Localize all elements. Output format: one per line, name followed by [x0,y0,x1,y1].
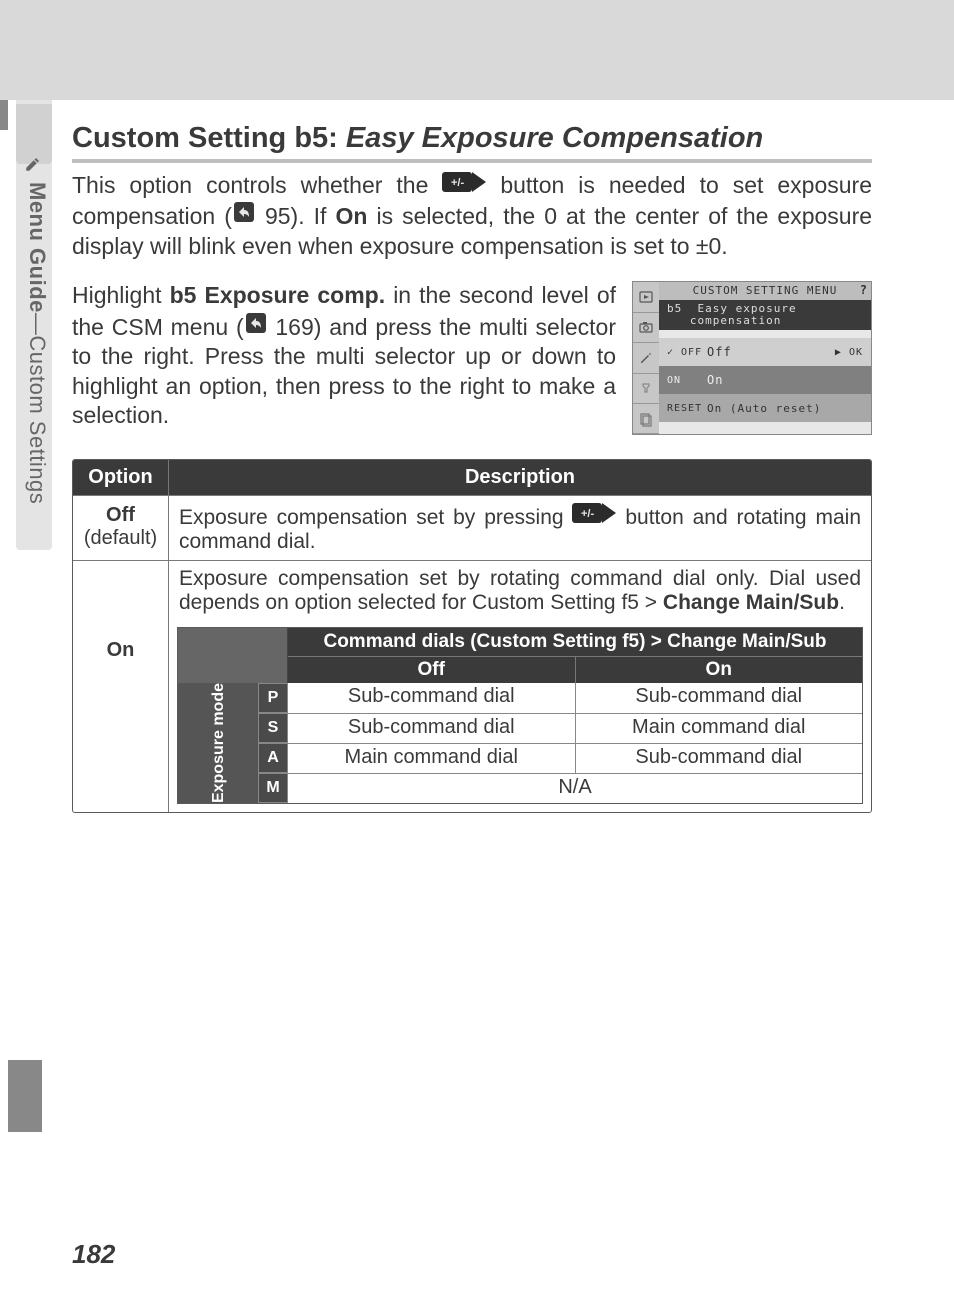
optbl-off-label: Off (default) [73,496,169,560]
p2-bold: b5 Exposure comp. [170,282,386,308]
xref-icon [244,311,268,335]
cm-o1-tag: ✓ OFF [667,347,707,358]
mode-M: M [258,773,288,803]
dialtbl-row-P: Sub-command dial Sub-command dial [288,683,862,712]
optbl-off-desc: Exposure compensation set by pressing +/… [169,496,871,560]
side-tab-label-bold: Menu Guide [25,182,50,313]
mode-S: S [258,713,288,743]
mode-P: P [258,683,288,713]
xref-icon [232,200,256,224]
camera-menu-option-reset: RESET On (Auto reset) [659,394,871,422]
cm-o2-lbl: On [707,373,723,387]
cm-o1-lbl: Off [707,345,732,359]
p2-a: Highlight [72,282,162,308]
cm-o3-tag: RESET [667,403,707,414]
camera-menu-title: CUSTOM SETTING MENU [659,282,871,300]
dialtbl-row-label: Exposure mode [178,683,258,803]
page-number: 182 [72,1239,115,1270]
off-desc-a: Exposure compensation set by pressing [179,506,564,529]
intro-on: On [335,203,367,229]
dialtbl-row-S: Sub-command dial Main command dial [288,713,862,743]
tab-setup-icon [633,374,659,404]
cell-S-off: Sub-command dial [288,714,575,743]
on-desc-bold: Change Main/Sub [663,591,839,614]
side-tab-label-sep: — [25,313,50,336]
cm-h-num: b5 [667,302,682,315]
dialtbl-title: Command dials (Custom Setting f5) > Chan… [288,628,862,656]
dialtbl-row-M: N/A [288,773,862,803]
on-desc-end: . [839,591,845,614]
dial-table: Command dials (Custom Setting f5) > Chan… [177,627,863,804]
dialtbl-blank [178,628,288,656]
top-gray-band [0,0,954,100]
dialtbl-col-off: Off [288,656,575,683]
tab-recent-icon [633,404,659,434]
left-thumb-marker [8,1060,42,1132]
camera-menu-option-on: ON On [659,366,871,394]
side-tab-label-rest: Custom Settings [25,335,50,504]
heading-title: Easy Exposure Compensation [346,122,763,155]
camera-menu-tabs [633,282,659,434]
intro-paragraph: This option controls whether the +/- but… [72,171,872,261]
cell-A-off: Main command dial [288,744,575,773]
help-icon: ? [860,283,867,297]
svg-text:+/-: +/- [581,508,594,520]
optbl-hdr-desc: Description [169,460,871,495]
optbl-on-label: On [73,561,169,812]
optbl-off: Off [77,504,164,527]
optbl-on: On [77,639,164,662]
cm-o2-tag: ON [667,375,707,386]
left-edge-marker [0,100,8,130]
tab-shooting-icon [633,313,659,343]
tab-custom-icon [633,343,659,373]
instruction-paragraph: Highlight b5 Exposure comp. in the secon… [72,281,616,430]
optbl-hdr-option: Option [73,460,169,495]
exposure-comp-button-icon: +/- [572,502,616,524]
cm-o3-lbl: On (Auto reset) [707,402,821,415]
dialtbl-col-on: On [575,656,863,683]
cm-o1-ok: ▶ OK [835,347,863,358]
intro-xref1: 95 [265,203,291,229]
heading-lead: Custom Setting b5: [72,122,338,155]
cell-P-off: Sub-command dial [288,683,575,712]
optbl-off-sub: (default) [77,527,164,550]
camera-menu-option-off: ✓ OFF Off ▶ OK [659,338,871,366]
cell-S-on: Main command dial [575,714,863,743]
dialtbl-modes: P S A M [258,683,288,803]
cell-A-on: Sub-command dial [575,744,863,773]
section-heading: Custom Setting b5: Easy Exposure Compens… [72,122,872,163]
optbl-on-cell: Exposure compensation set by rotating co… [169,561,871,812]
camera-menu-screenshot: CUSTOM SETTING MENU ? b5 Easy exposure c… [632,281,872,435]
cm-h-l3: compensation [690,314,781,327]
dialtbl-row-A: Main command dial Sub-command dial [288,743,862,773]
cell-M-na: N/A [288,774,862,803]
intro-seg-c: ). If [291,203,327,229]
tab-playback-icon [633,282,659,312]
cell-P-on: Sub-command dial [575,683,863,712]
side-tab-label: Menu Guide—Custom Settings [20,182,50,542]
mode-A: A [258,743,288,773]
dialtbl-blank2 [178,656,288,683]
camera-menu-header: b5 Easy exposure compensation [659,300,871,330]
p2-xref: 169 [275,314,313,340]
intro-seg-a: This option controls whether the [72,172,428,198]
exposure-comp-button-icon: +/- [442,171,486,193]
svg-text:+/-: +/- [451,177,464,189]
pencil-icon [22,155,44,173]
options-table: Option Description Off (default) Exposur… [72,459,872,813]
optbl-on-desc: Exposure compensation set by rotating co… [169,561,871,621]
